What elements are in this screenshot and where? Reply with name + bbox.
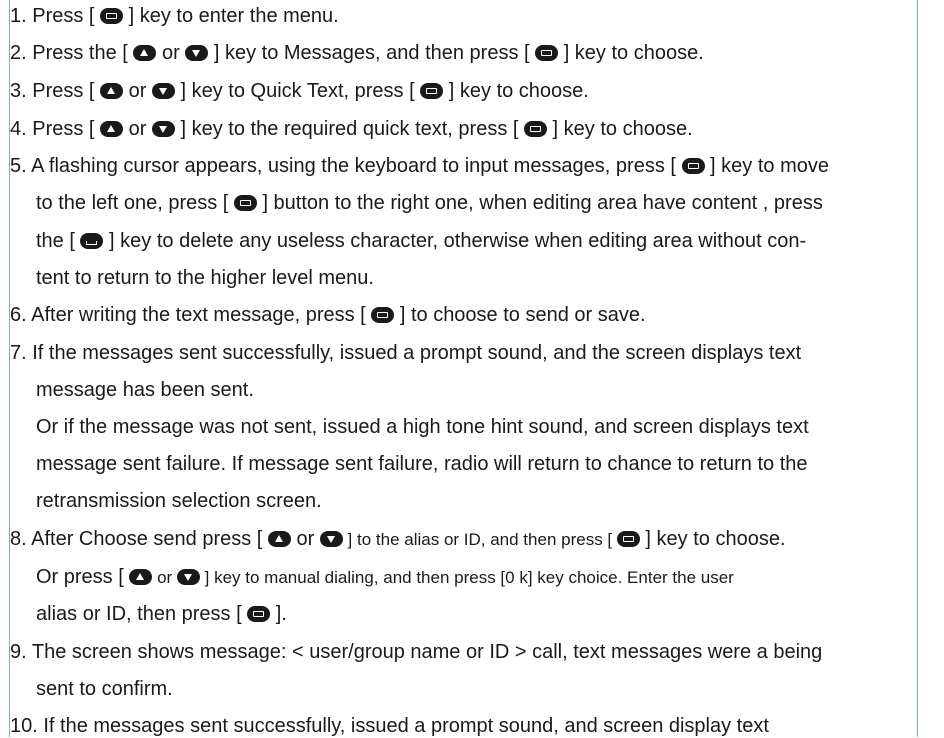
step-5-text-l2b: ] button to the right one, when editing … (256, 192, 823, 214)
step-5-text-l1a: 5. A flashing cursor appears, using the … (10, 155, 682, 177)
step-3-text-b: or (123, 80, 152, 102)
step-3-text-d: ] key to choose. (443, 80, 589, 102)
down-arrow-key-icon (319, 531, 343, 547)
down-arrow-key-icon (151, 121, 175, 137)
step-8-text-l2a: Or press [ (36, 566, 130, 588)
step-4: 4. Press [ or ] key to the required quic… (10, 117, 693, 141)
step-5-text-l3b: ] key to delete any useless character, o… (103, 230, 807, 252)
step-7-line-5: retransmission selection screen. (36, 490, 322, 512)
delete-key-icon (80, 233, 104, 249)
step-5-line-4: tent to return to the higher level menu. (36, 267, 374, 289)
menu-key-icon (524, 121, 547, 137)
step-8-text-l3b: ]. (270, 603, 287, 625)
step-5-text-l2a: to the left one, press [ (36, 192, 234, 214)
step-2-text-c: ] key to Messages, and then press [ (208, 42, 536, 64)
step-3-text-c: ] key to Quick Text, press [ (174, 80, 421, 102)
step-1: 1. Press [ ] key to enter the menu. (10, 4, 339, 28)
step-5-text-l3a: the [ (36, 230, 81, 252)
step-7-line-2: message has been sent. (36, 379, 254, 401)
step-2-text-d: ] key to choose. (558, 42, 704, 64)
step-5-line-3: the [ ] key to delete any useless charac… (36, 229, 806, 253)
down-arrow-key-icon (176, 569, 200, 585)
menu-key-icon (100, 8, 124, 24)
step-8-text-l1a: 8. After Choose send press [ (10, 528, 268, 550)
step-8-text-l1c: ] to the alias or ID, and then press [ (342, 530, 617, 549)
step-4-text-c: ] key to the required quick text, press … (174, 118, 524, 140)
step-5-text-l1b: ] key to move (704, 155, 829, 177)
step-8-text-l1d: ] key to choose. (639, 528, 786, 550)
step-1-text-a: 1. Press [ (10, 5, 101, 27)
step-4-text-d: ] key to choose. (547, 118, 693, 140)
step-2: 2. Press the [ or ] key to Messages, and… (10, 41, 704, 65)
down-arrow-key-icon (151, 83, 175, 99)
up-arrow-key-icon (100, 83, 124, 99)
menu-key-icon (535, 45, 559, 61)
up-arrow-key-icon (267, 531, 291, 547)
step-8-line-3: alias or ID, then press [ ]. (36, 602, 287, 626)
step-8-line-2: Or press [ or ] key to manual dialing, a… (36, 565, 734, 589)
step-2-text-b: or (156, 42, 186, 64)
menu-key-icon (420, 83, 444, 99)
step-4-text-a: 4. Press [ (10, 118, 101, 140)
step-8-text-l2b: or (152, 568, 177, 587)
up-arrow-key-icon (100, 121, 124, 137)
menu-key-icon (616, 531, 640, 547)
step-7-line-3: Or if the message was not sent, issued a… (36, 416, 809, 438)
step-7-line-1: 7. If the messages sent successfully, is… (10, 342, 802, 364)
step-8-line-1: 8. After Choose send press [ or ] to the… (10, 527, 786, 551)
step-3-text-a: 3. Press [ (10, 80, 101, 102)
step-3: 3. Press [ or ] key to Quick Text, press… (10, 79, 589, 103)
up-arrow-key-icon (133, 45, 157, 61)
step-6: 6. After writing the text message, press… (10, 303, 646, 327)
menu-key-icon (247, 606, 271, 622)
step-8-text-l3a: alias or ID, then press [ (36, 603, 248, 625)
step-8-text-l1b: or (290, 528, 320, 550)
instruction-document: 1. Press [ ] key to enter the menu. 2. P… (10, 0, 944, 737)
menu-key-icon (233, 195, 257, 211)
step-4-text-b: or (123, 118, 152, 140)
step-7-line-4: message sent failure. If message sent fa… (36, 453, 808, 475)
menu-key-icon (371, 307, 395, 323)
up-arrow-key-icon (129, 569, 153, 585)
step-5-line-2: to the left one, press [ ] button to the… (36, 191, 823, 215)
step-10-line-1: 10. If the messages sent successfully, i… (10, 715, 769, 737)
down-arrow-key-icon (185, 45, 209, 61)
step-6-text-a: 6. After writing the text message, press… (10, 304, 372, 326)
step-9-line-1: 9. The screen shows message: < user/grou… (10, 641, 823, 663)
menu-key-icon (681, 158, 705, 174)
step-6-text-b: ] to choose to send or save. (394, 304, 646, 326)
step-2-text-a: 2. Press the [ (10, 42, 134, 64)
step-8-text-l2c: ] key to manual dialing, and then press … (199, 568, 734, 587)
step-9-line-2: sent to confirm. (36, 678, 173, 700)
step-1-text-b: ] key to enter the menu. (123, 5, 339, 27)
step-5-line-1: 5. A flashing cursor appears, using the … (10, 154, 829, 178)
